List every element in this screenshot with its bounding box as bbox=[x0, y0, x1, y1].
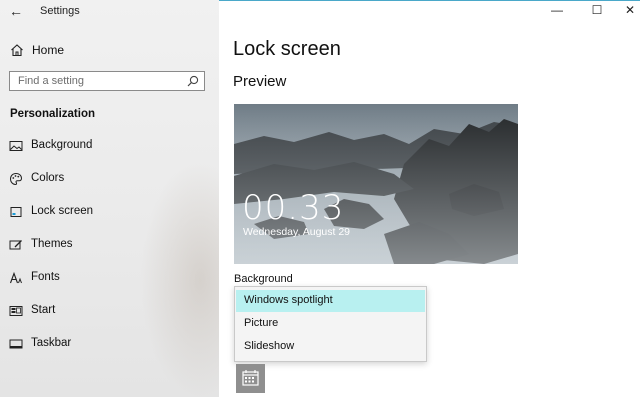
preview-heading: Preview bbox=[233, 73, 287, 90]
sidebar-item-label: Colors bbox=[31, 172, 65, 184]
sidebar-item-label: Start bbox=[31, 304, 56, 316]
home-icon bbox=[11, 44, 23, 57]
back-arrow-icon[interactable]: ← bbox=[9, 3, 23, 19]
sidebar-item-taskbar[interactable]: Taskbar bbox=[0, 333, 219, 355]
window-accent-line bbox=[219, 0, 640, 1]
section-title: Personalization bbox=[10, 108, 95, 120]
calendar-icon bbox=[242, 370, 259, 386]
lock-screen-preview: 00.33 Wednesday, August 29 bbox=[234, 104, 518, 264]
sidebar-item-lock-screen[interactable]: Lock screen bbox=[0, 201, 219, 223]
home-nav-item[interactable]: Home bbox=[10, 41, 64, 59]
calendar-app-button[interactable] bbox=[236, 364, 265, 393]
minimize-button[interactable]: — bbox=[548, 3, 566, 17]
background-dropdown-list[interactable]: Windows spotlight Picture Slideshow bbox=[234, 286, 427, 362]
option-picture[interactable]: Picture bbox=[236, 313, 425, 335]
palette-icon bbox=[9, 172, 23, 186]
sidebar-item-label: Fonts bbox=[31, 271, 60, 283]
option-slideshow[interactable]: Slideshow bbox=[236, 336, 425, 358]
background-label: Background bbox=[234, 273, 293, 285]
home-label: Home bbox=[32, 43, 65, 57]
preview-date: Wednesday, August 29 bbox=[243, 226, 351, 238]
page-title: Lock screen bbox=[233, 38, 341, 60]
option-windows-spotlight[interactable]: Windows spotlight bbox=[236, 290, 425, 312]
fonts-icon bbox=[9, 271, 22, 284]
active-indicator bbox=[0, 204, 3, 220]
picture-icon bbox=[9, 141, 23, 151]
sidebar-item-background[interactable]: Background bbox=[0, 135, 219, 157]
lock-screen-icon bbox=[10, 207, 22, 217]
preview-image bbox=[234, 104, 518, 264]
start-icon bbox=[9, 306, 23, 316]
option-label: Slideshow bbox=[244, 340, 295, 352]
sidebar-item-start[interactable]: Start bbox=[0, 300, 219, 322]
sidebar-item-colors[interactable]: Colors bbox=[0, 168, 219, 190]
sidebar-item-label: Taskbar bbox=[31, 337, 72, 349]
sidebar-item-label: Themes bbox=[31, 238, 73, 250]
sidebar-item-fonts[interactable]: Fonts bbox=[0, 267, 219, 289]
sidebar: ← Settings Home Find a setting Personali… bbox=[0, 0, 219, 397]
app-title: Settings bbox=[40, 5, 80, 17]
themes-icon bbox=[9, 240, 22, 250]
maximize-button[interactable]: ☐ bbox=[588, 3, 606, 17]
taskbar-icon bbox=[9, 339, 23, 349]
close-button[interactable]: ✕ bbox=[621, 3, 639, 17]
title-bar: ← Settings bbox=[0, 0, 219, 24]
option-label: Picture bbox=[244, 317, 279, 329]
search-placeholder: Find a setting bbox=[18, 75, 85, 87]
sidebar-item-label: Background bbox=[31, 139, 93, 151]
sidebar-item-label: Lock screen bbox=[31, 205, 94, 217]
option-label: Windows spotlight bbox=[244, 294, 333, 306]
search-icon[interactable] bbox=[187, 75, 199, 87]
preview-time: 00.33 bbox=[242, 188, 345, 228]
search-input[interactable]: Find a setting bbox=[9, 71, 205, 91]
sidebar-item-themes[interactable]: Themes bbox=[0, 234, 219, 256]
